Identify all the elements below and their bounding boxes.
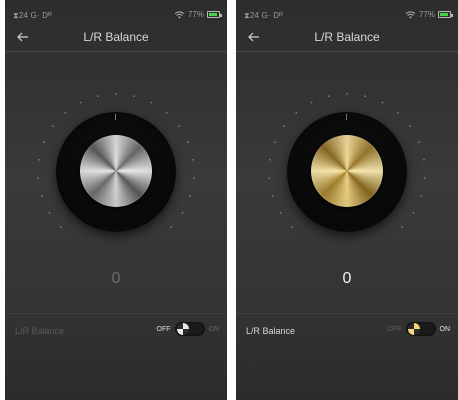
dial-tick: [279, 211, 282, 214]
wifi-icon: [405, 10, 416, 19]
toggle-on-label: ON: [439, 325, 451, 333]
phone-screen-off: ⧗24 G· Dᴿ 77% L/R Balance 0 L/R Balance …: [5, 0, 227, 400]
dial-tick: [52, 125, 54, 128]
header-divider: [5, 51, 227, 52]
setting-label: L/R Balance: [15, 326, 65, 336]
balance-dial[interactable]: [5, 86, 227, 256]
dial-tick: [420, 195, 423, 197]
dial-tick: [48, 211, 51, 214]
balance-knob[interactable]: [80, 135, 152, 207]
status-right: 77%: [405, 10, 453, 19]
dial-tick: [178, 125, 181, 128]
dial-tick: [165, 111, 168, 114]
dial-tick: [40, 195, 43, 197]
dial-tick: [295, 111, 298, 114]
status-bar: ⧗24 G· Dᴿ 77%: [5, 0, 227, 24]
dial-tick: [327, 95, 330, 98]
dial-tick: [381, 101, 384, 104]
toggle-thumb: [176, 323, 189, 335]
battery-percent: 77%: [187, 10, 204, 19]
dial-tick: [38, 158, 40, 161]
battery-icon: [207, 11, 222, 18]
status-indicators: ⧗24 G· Dᴿ: [13, 11, 53, 20]
dial-tick: [290, 226, 293, 229]
dial-tick: [115, 93, 117, 95]
setting-label: L/R Balance: [246, 326, 296, 336]
balance-knob[interactable]: [311, 135, 383, 207]
balance-toggle[interactable]: [405, 322, 436, 336]
phone-screen-on: ⧗24 G· Dᴿ 77% L/R Balance 0 L/R Balance …: [236, 0, 458, 400]
dial-tick: [401, 226, 404, 229]
balance-value: 0: [111, 270, 121, 287]
header-divider: [236, 51, 458, 52]
page-title: L/R Balance: [83, 30, 149, 44]
status-indicators: ⧗24 G· Dᴿ: [244, 11, 284, 20]
page-title: L/R Balance: [314, 30, 380, 44]
setting-divider: [5, 313, 227, 314]
dial-tick: [271, 195, 274, 197]
toggle-off-label: OFF: [387, 325, 402, 333]
status-right: 77%: [174, 10, 222, 19]
balance-toggle[interactable]: [174, 322, 205, 336]
dial-tick: [396, 111, 399, 114]
dial-tick: [409, 125, 411, 128]
dial-tick: [192, 158, 194, 161]
dial-tick: [412, 211, 415, 214]
balance-value: 0: [342, 270, 352, 287]
dial-tick: [423, 177, 426, 179]
dial-tick: [268, 177, 271, 179]
dial-tick: [96, 95, 99, 98]
balance-toggle-group: OFF ON: [156, 322, 220, 336]
dial-tick: [181, 211, 184, 214]
dial-tick: [346, 93, 348, 95]
dial-tick: [187, 141, 190, 144]
balance-dial[interactable]: [236, 86, 458, 256]
dial-tick: [37, 177, 40, 179]
dial-tick: [133, 95, 136, 98]
dial-tick: [274, 141, 276, 144]
setting-divider: [236, 313, 458, 314]
dial-center-marker: [115, 114, 116, 120]
dial-tick: [283, 125, 285, 128]
battery-icon: [438, 11, 453, 18]
dial-tick: [418, 141, 420, 144]
wifi-icon: [174, 10, 185, 19]
balance-toggle-group: OFF ON: [387, 322, 451, 336]
dial-tick: [364, 95, 367, 98]
status-bar: ⧗24 G· Dᴿ 77%: [236, 0, 458, 24]
dial-tick: [423, 158, 425, 161]
toggle-thumb: [407, 323, 420, 335]
toggle-off-label: OFF: [156, 325, 171, 333]
battery-percent: 77%: [418, 10, 435, 19]
dial-tick: [64, 111, 67, 114]
dial-tick: [59, 226, 62, 229]
dial-tick: [189, 195, 192, 197]
dial-tick: [150, 101, 153, 104]
dial-tick: [43, 141, 45, 144]
dial-tick: [192, 177, 195, 179]
dial-tick: [170, 226, 173, 229]
dial-tick: [310, 101, 313, 104]
dial-center-marker: [346, 114, 347, 120]
app-bar: L/R Balance: [236, 24, 458, 51]
dial-tick: [79, 101, 82, 104]
toggle-on-label: ON: [208, 325, 220, 333]
dial-tick: [269, 158, 271, 161]
app-bar: L/R Balance: [5, 24, 227, 51]
